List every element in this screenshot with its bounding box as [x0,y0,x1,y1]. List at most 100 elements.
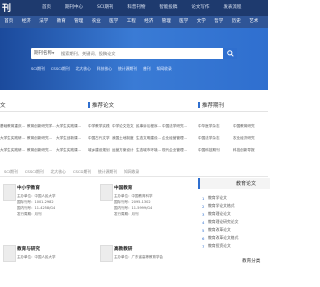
tab-cssci[interactable]: CSSCI期刊 [25,169,44,175]
tab-sci[interactable]: SCI期刊 [4,169,18,175]
hot-link[interactable]: SCI期刊 [31,66,45,72]
ranked-item[interactable]: 3 教育理论论文 [202,211,231,217]
journal-link[interactable]: 中国法学杂志 [198,136,233,141]
ranked-item-label[interactable]: 教育理论论文 [208,211,231,217]
right-grid-row: 中国法学杂志 农业经济研究 [198,136,266,141]
ranked-item[interactable]: 7 教育投资论文 [202,243,231,249]
top-nav-item[interactable]: SCI期刊 [97,4,113,10]
chevron-down-icon: ▼ [52,51,55,55]
top-nav: 首页 期刊中心 SCI期刊 科普刊物 智能投稿 论文写作 发表流程 [42,4,255,10]
paper-link[interactable]: 现代企业管理... [162,148,190,153]
paper-link[interactable]: 中国法学研究... [162,124,190,129]
paper-link[interactable]: 教育创新研究学... [27,124,56,129]
paper-link[interactable]: 中学论文范文 [112,124,136,129]
journal-card[interactable]: 中小学教育 主办单位：中国人民大学 国际刊号：1001-2982 国内刊号：11… [3,184,83,226]
ranked-item-label[interactable]: 教育改革论文格式 [208,235,238,241]
ranked-item-label[interactable]: 教育理论研究论文 [208,219,238,225]
ranked-item[interactable]: 4 教育理论研究论文 [202,219,238,225]
paper-link[interactable]: 城乡建设规划 [88,148,112,153]
top-nav-item[interactable]: 首页 [42,4,51,10]
paper-link[interactable]: 中学教学实践 [88,124,112,129]
paper-link[interactable]: 大学生实践研... [0,136,27,141]
paper-link[interactable]: 生态城市环境... [136,148,162,153]
hot-link[interactable]: 知网收录 [157,66,172,72]
category-item[interactable]: 首页 [0,18,18,24]
paper-link[interactable]: 运营方案设计 [112,148,136,153]
middle-grid-row: 城乡建设规划 运营方案设计 生态城市环境... 现代企业管理... [88,148,190,153]
paper-link[interactable]: 大学生创新课... [56,136,84,141]
search-input[interactable] [61,48,211,59]
journal-link[interactable]: 中国科技期刊 [198,148,233,153]
journal-link[interactable]: 农业经济研究 [233,136,266,141]
category-item[interactable]: 艺术 [245,18,263,24]
category-item[interactable]: 管理 [70,18,88,24]
top-nav-item[interactable]: 科普刊物 [127,4,145,10]
ranked-item[interactable]: 5 教育改革论文 [202,227,231,233]
top-nav-item[interactable]: 期刊中心 [65,4,83,10]
hot-link[interactable]: 统计源期刊 [118,66,137,72]
journal-info: 国内刊号：11-5999/G4 [114,206,153,210]
hot-link[interactable]: 普刊 [143,66,151,72]
category-item[interactable]: 文学 [193,18,211,24]
site-logo[interactable]: 刊 [2,1,11,14]
journal-link[interactable]: 中国教育研究 [233,124,266,129]
journal-card[interactable]: 中国教育 主办单位：中国教育科学 国际刊号：2095-1302 国内刊号：11-… [100,184,180,226]
hot-link[interactable]: CSSCI期刊 [51,66,70,72]
ranked-item-label[interactable]: 教育改革论文 [208,227,231,233]
paper-link[interactable]: 大学生实践研... [0,148,27,153]
left-grid-row: 基础教育重庆... 教育创新研究学... 大学生实践课... [0,124,84,129]
tab-cscd[interactable]: CSCD期刊 [73,169,91,175]
category-item[interactable]: 哲学 [210,18,228,24]
search-button[interactable] [223,48,237,59]
category-item[interactable]: 历史 [228,18,246,24]
ranked-item[interactable]: 1 教育学论文 [202,195,227,201]
journal-info: 主办单位：中国人民大学 [17,255,56,259]
left-grid-row: 大学生实践研... 教育创新研究... 大学生实践课... [0,148,84,153]
search-type-select[interactable]: 期刊名称 [34,50,52,56]
category-item[interactable]: 工程 [123,18,141,24]
ranked-item[interactable]: 6 教育改革论文格式 [202,235,238,241]
paper-link[interactable]: 大学生实践课... [56,124,84,129]
journal-title[interactable]: 中小学教育 [17,185,40,191]
journal-title[interactable]: 教育与研究 [17,246,40,252]
journal-title[interactable]: 高教教研 [114,246,132,252]
paper-link[interactable]: 基础教育重庆... [0,124,27,129]
sidebar-title: 教育论文 [236,181,257,187]
paper-link[interactable]: 教育创新研究... [27,136,56,141]
paper-link[interactable]: 民事诉讼程序... [136,124,162,129]
paper-link[interactable]: 企业经营管理... [162,136,190,141]
journal-info: 主办单位：广东省高等教育学会 [114,255,163,259]
ranked-item-label[interactable]: 教育投资论文 [208,243,231,249]
category-item[interactable]: 医学 [175,18,193,24]
tab-cnki[interactable]: 知网收录 [124,169,139,175]
top-nav-item[interactable]: 论文写作 [191,4,209,10]
hot-link[interactable]: 科技核心 [97,66,112,72]
category-item[interactable]: 管理 [158,18,176,24]
middle-grid-row: 中学教学实践 中学论文范文 民事诉讼程序... 中国法学研究... [88,124,190,129]
ranked-item-label[interactable]: 教育学论文 [208,195,227,201]
paper-link[interactable]: 生态文明建设... [136,136,162,141]
journal-card[interactable]: 教育与研究 主办单位：中国人民大学 [3,245,83,287]
search-bar: 期刊名称 ▼ [31,48,237,59]
category-item[interactable]: 法学 [35,18,53,24]
journal-title[interactable]: 中国教育 [114,185,132,191]
paper-link[interactable]: 我国土地制度 [112,136,136,141]
category-item[interactable]: 农业 [88,18,106,24]
paper-link[interactable]: 大学生实践课... [56,148,84,153]
category-item[interactable]: 医学 [105,18,123,24]
tab-stat-source[interactable]: 统计源期刊 [98,169,117,175]
paper-link[interactable]: 教育创新研究... [27,148,56,153]
top-nav-item[interactable]: 智能投稿 [159,4,177,10]
category-item[interactable]: 经济 [18,18,36,24]
ranked-item-label[interactable]: 教育学论文格式 [208,203,235,209]
top-nav-item[interactable]: 发表流程 [223,4,241,10]
category-item[interactable]: 经济 [140,18,158,24]
journal-link[interactable]: 科技创新导报 [233,148,266,153]
journal-card[interactable]: 高教教研 主办单位：广东省高等教育学会 [100,245,180,287]
ranked-item[interactable]: 2 教育学论文格式 [202,203,235,209]
category-item[interactable]: 教育 [53,18,71,24]
hot-link[interactable]: 北大核心 [76,66,91,72]
tab-pku-core[interactable]: 北大核心 [51,169,66,175]
journal-link[interactable]: 中华医学杂志 [198,124,233,129]
paper-link[interactable]: 中国古代文学 [88,136,112,141]
